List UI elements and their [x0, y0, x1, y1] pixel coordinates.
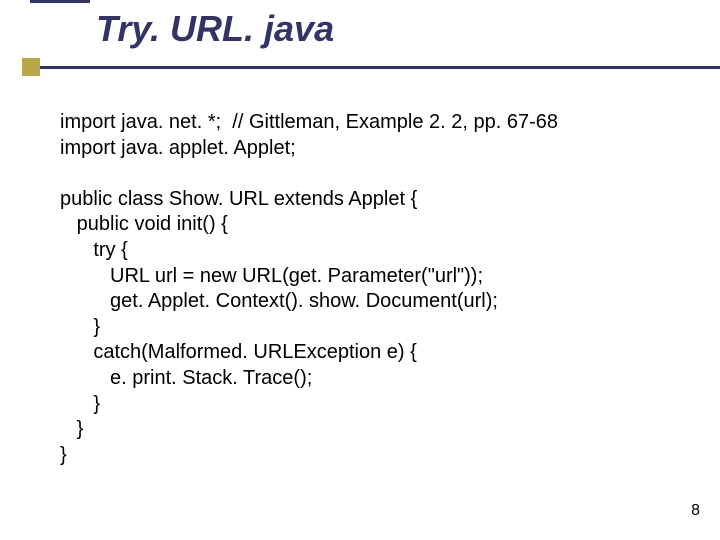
slide: Try. URL. java import java. net. *; // G… [0, 0, 720, 540]
code-block: import java. net. *; // Gittleman, Examp… [60, 110, 680, 468]
decoration-square [22, 58, 40, 76]
decoration-rule-top [30, 0, 90, 3]
slide-title: Try. URL. java [96, 8, 334, 50]
page-number: 8 [691, 502, 700, 520]
decoration-rule-bottom [30, 66, 720, 69]
